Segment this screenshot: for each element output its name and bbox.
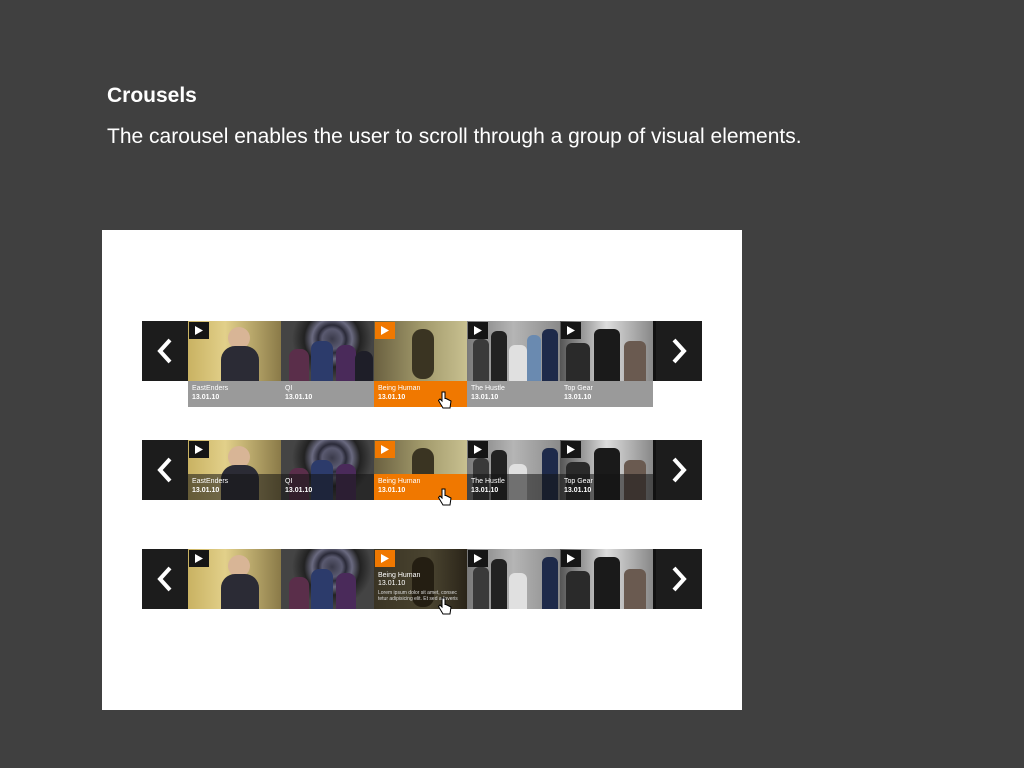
caption-qi: QI 13.01.10 (281, 474, 374, 500)
caption-date: 13.01.10 (378, 394, 406, 401)
caption-title: QI (285, 478, 293, 485)
carousel-item-top-gear[interactable] (560, 549, 653, 609)
carousel-item-the-hustle[interactable]: The Hustle 13.01.10 (467, 440, 560, 500)
caption-date: 13.01.10 (564, 487, 592, 494)
play-icon[interactable] (375, 550, 395, 567)
caption-top-gear[interactable]: Top Gear 13.01.10 (560, 381, 653, 407)
play-icon[interactable] (468, 550, 488, 567)
caption-title: EastEnders (192, 385, 229, 392)
carousel-next-button[interactable] (656, 321, 702, 381)
chevron-right-icon (672, 338, 687, 364)
slide-description: The carousel enables the user to scroll … (107, 125, 802, 148)
caption-being-human[interactable]: Being Human 13.01.10 (374, 381, 467, 407)
caption-title: The Hustle (471, 478, 505, 485)
play-icon[interactable] (189, 550, 209, 567)
carousel-prev-button[interactable] (142, 440, 188, 500)
chevron-left-icon (157, 338, 172, 364)
carousel-next-button[interactable] (656, 549, 702, 609)
caption-the-hustle[interactable]: The Hustle 13.01.10 (467, 381, 560, 407)
carousel-item-qi[interactable] (281, 549, 374, 609)
caption-date: 13.01.10 (192, 394, 220, 401)
caption-title: QI (285, 385, 293, 392)
caption-the-hustle: The Hustle 13.01.10 (467, 474, 560, 500)
caption-date: 13.01.10 (564, 394, 592, 401)
caption-title: EastEnders (192, 478, 229, 485)
caption-date: 13.01.10 (192, 487, 220, 494)
carousel-item-eastenders[interactable] (188, 321, 281, 381)
caption-title: Top Gear (564, 385, 593, 392)
carousel-item-being-human[interactable] (374, 321, 467, 381)
caption-top-gear: Top Gear 13.01.10 (560, 474, 653, 500)
chevron-right-icon (672, 566, 687, 592)
play-icon[interactable] (468, 441, 488, 458)
chevron-left-icon (157, 566, 172, 592)
play-icon[interactable] (561, 441, 581, 458)
carousel-item-qi[interactable] (281, 321, 374, 381)
play-icon[interactable] (561, 550, 581, 567)
caption-date: 13.01.10 (471, 487, 499, 494)
caption-date: 13.01.10 (285, 487, 313, 494)
carousel-prev-button[interactable] (142, 549, 188, 609)
play-icon[interactable] (468, 322, 488, 339)
caption-title: Top Gear (564, 478, 593, 485)
caption-being-human: Being Human 13.01.10 (374, 474, 467, 500)
carousel-item-being-human[interactable]: Being Human 13.01.10 Lorem ipsum dolor s… (374, 549, 467, 609)
expanded-summary: Lorem ipsum dolor sit amet, consec tetur… (378, 590, 458, 602)
carousel-item-being-human[interactable]: Being Human 13.01.10 (374, 440, 467, 500)
carousel-strip: EastEnders 13.01.10 QI 13.01.10 Being Hu… (142, 440, 702, 500)
example-panel: EastEnders 13.01.10 QI 13.01.10 Being Hu… (102, 230, 742, 710)
qi-thumbnail (281, 549, 374, 609)
qi-thumbnail (281, 321, 374, 381)
play-icon[interactable] (375, 322, 395, 339)
carousel-captions-overlay: EastEnders 13.01.10 QI 13.01.10 Being Hu… (142, 440, 702, 506)
caption-date: 13.01.10 (285, 394, 313, 401)
expanded-date: 13.01.10 (378, 580, 406, 587)
carousel-strip (142, 321, 702, 381)
carousel-item-qi[interactable]: QI 13.01.10 (281, 440, 374, 500)
carousel-item-the-hustle[interactable] (467, 321, 560, 381)
caption-eastenders[interactable]: EastEnders 13.01.10 (188, 381, 281, 407)
carousel-item-the-hustle[interactable] (467, 549, 560, 609)
caption-date: 13.01.10 (378, 487, 406, 494)
caption-date: 13.01.10 (471, 394, 499, 401)
carousel-item-eastenders[interactable]: EastEnders 13.01.10 (188, 440, 281, 500)
carousel-next-button[interactable] (656, 440, 702, 500)
play-icon[interactable] (561, 322, 581, 339)
carousel-prev-button[interactable] (142, 321, 188, 381)
caption-title: Being Human (378, 478, 421, 485)
play-icon[interactable] (189, 322, 209, 339)
caption-title: Being Human (378, 385, 421, 392)
caption-qi[interactable]: QI 13.01.10 (281, 381, 374, 407)
play-icon[interactable] (375, 441, 395, 458)
caption-eastenders: EastEnders 13.01.10 (188, 474, 281, 500)
carousel-item-eastenders[interactable] (188, 549, 281, 609)
carousel-item-top-gear[interactable]: Top Gear 13.01.10 (560, 440, 653, 500)
play-icon[interactable] (189, 441, 209, 458)
chevron-right-icon (672, 457, 687, 483)
carousel-item-top-gear[interactable] (560, 321, 653, 381)
slide-title: Crousels (107, 84, 197, 107)
chevron-left-icon (157, 457, 172, 483)
carousel-expanded-description: Being Human 13.01.10 Lorem ipsum dolor s… (142, 549, 702, 615)
carousel-captions-below: EastEnders 13.01.10 QI 13.01.10 Being Hu… (142, 321, 702, 409)
carousel-strip: Being Human 13.01.10 Lorem ipsum dolor s… (142, 549, 702, 609)
expanded-title: Being Human (378, 572, 421, 579)
caption-title: The Hustle (471, 385, 505, 392)
expanded-description: Being Human 13.01.10 Lorem ipsum dolor s… (374, 569, 467, 609)
